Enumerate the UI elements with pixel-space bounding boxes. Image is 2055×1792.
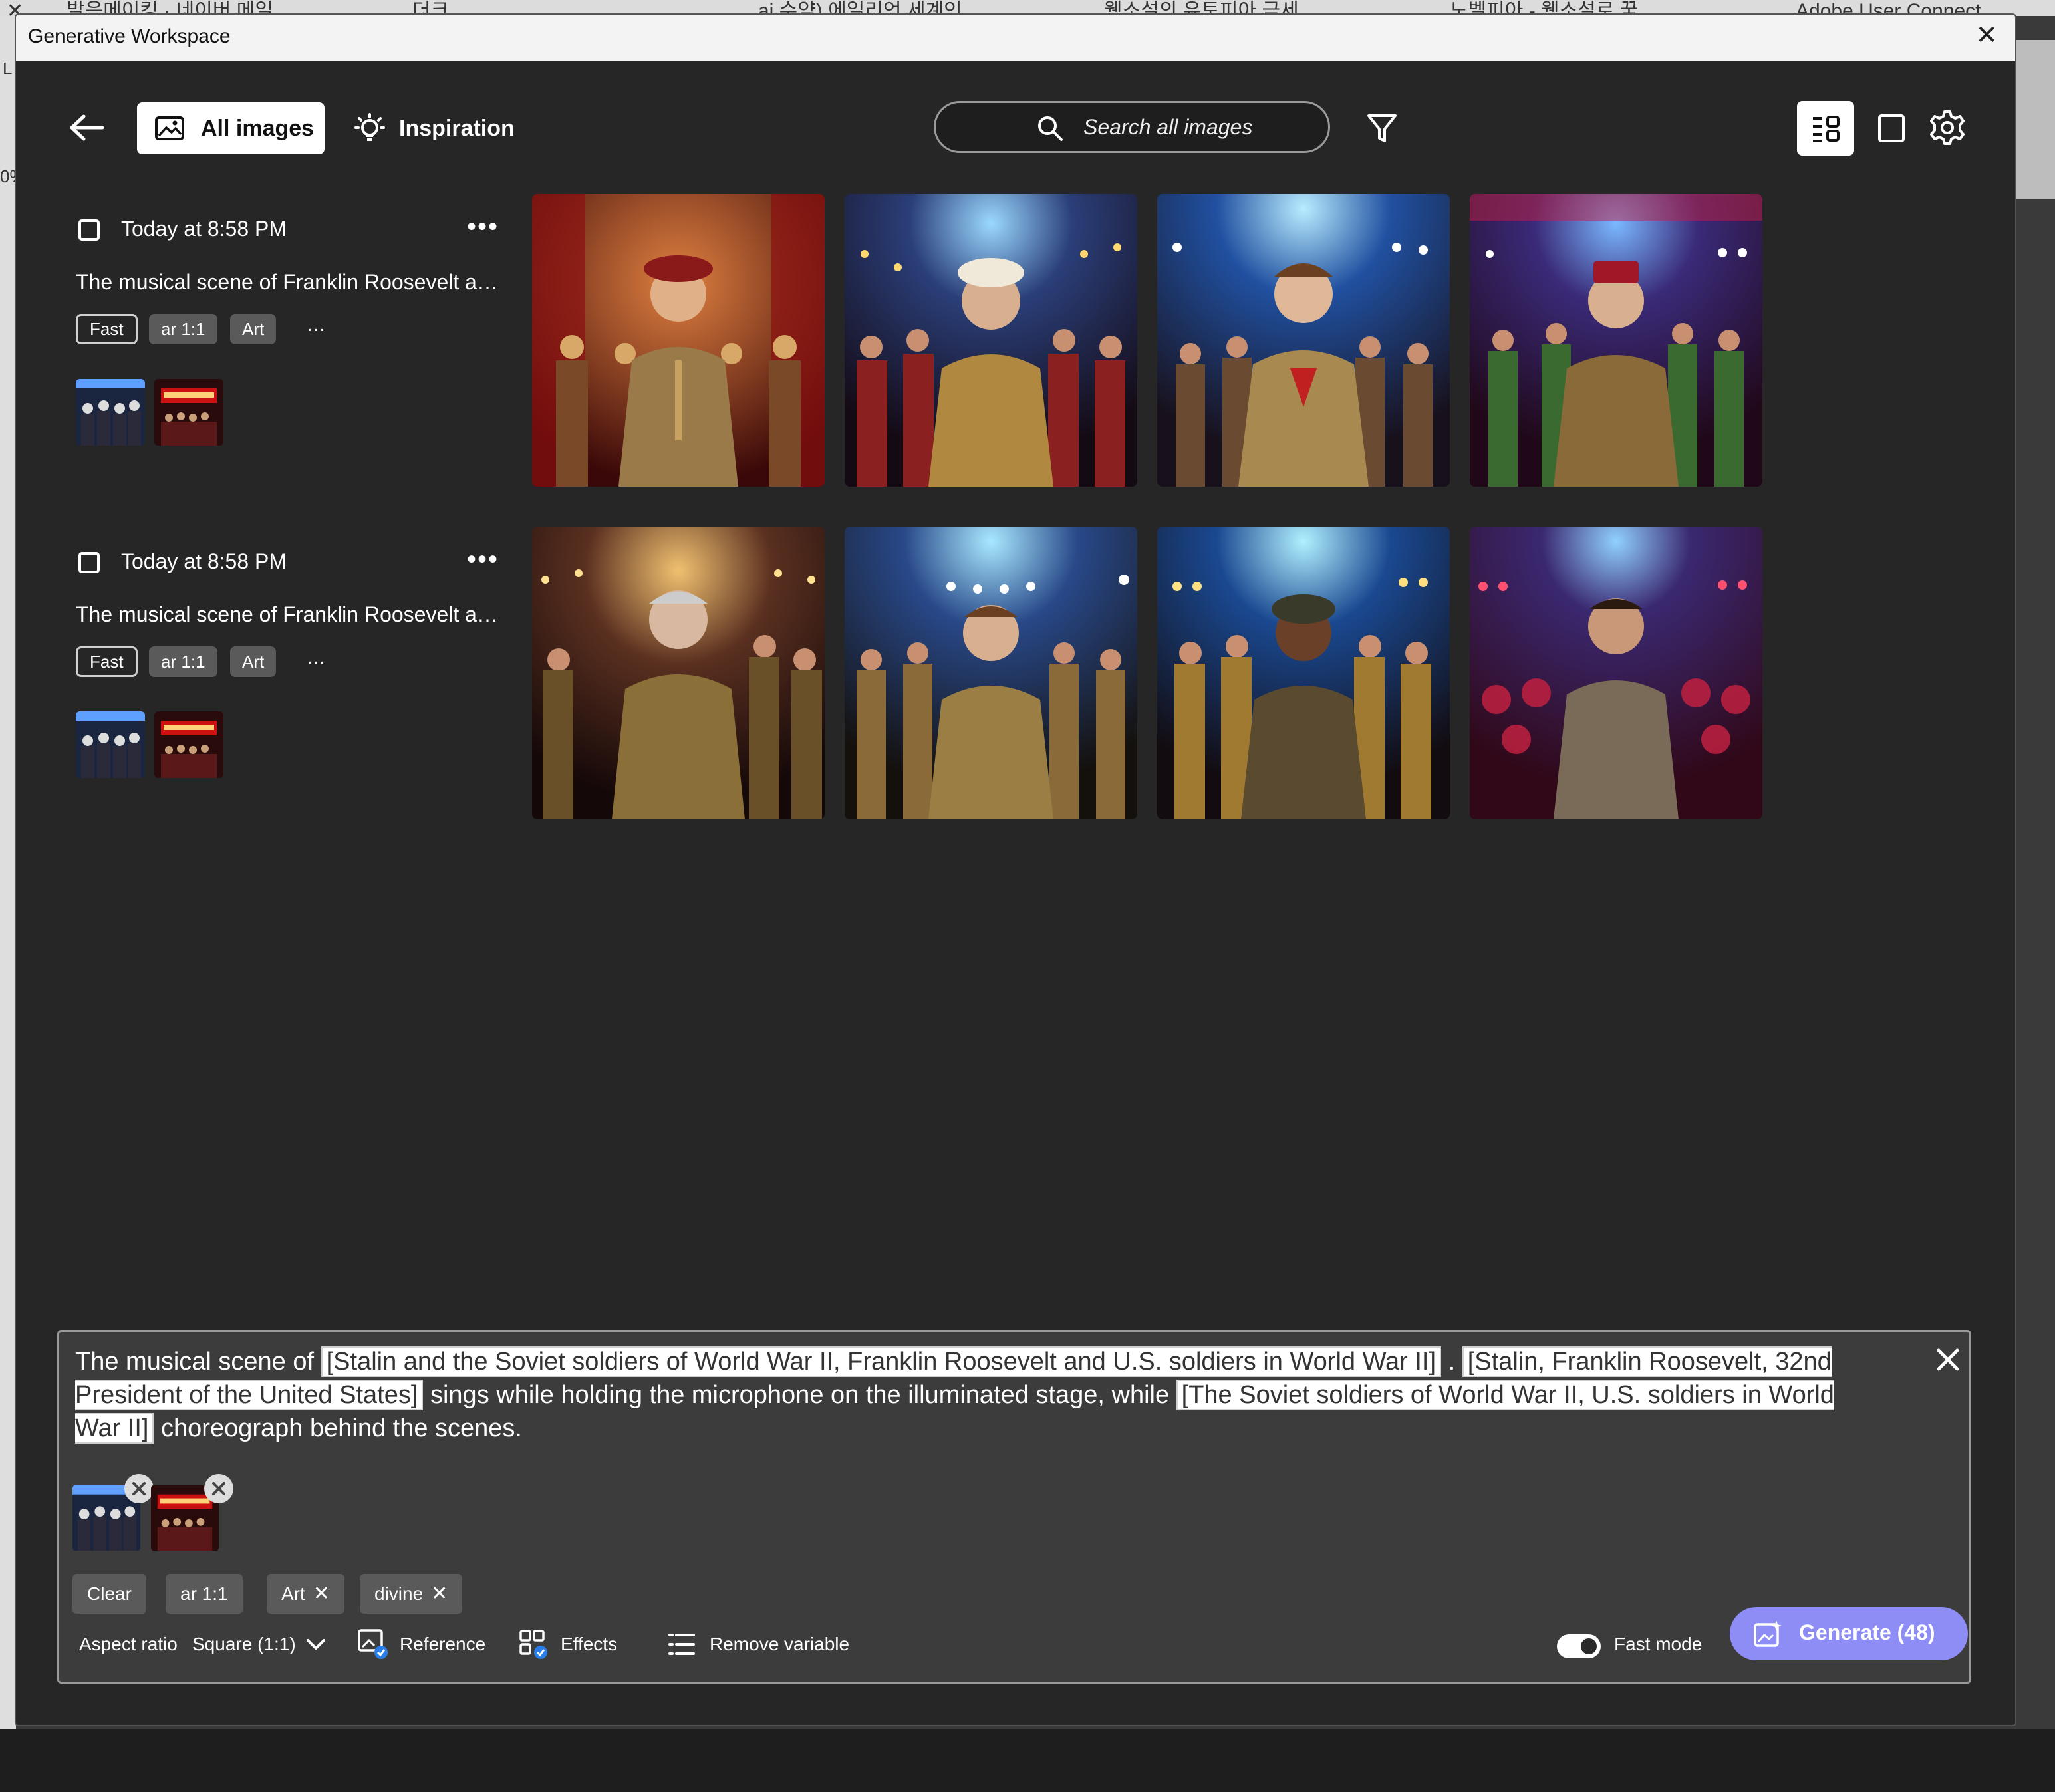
select-checkbox[interactable] — [78, 552, 100, 573]
list-view-button[interactable] — [1797, 101, 1854, 156]
filter-icon[interactable] — [1366, 112, 1398, 145]
history-entry: Today at 8:58 PM ••• The musical scene o… — [76, 207, 541, 447]
remove-chip-icon[interactable]: ✕ — [431, 1583, 448, 1604]
search-icon — [1038, 116, 1063, 141]
window-close-icon[interactable]: ✕ — [1975, 20, 1998, 51]
prompt-text: sings while holding the microphone on th… — [423, 1381, 1176, 1409]
all-images-tab[interactable]: All images — [137, 102, 325, 154]
lightbulb-icon — [354, 113, 385, 141]
tag-fast: Fast — [76, 646, 138, 677]
reference-thumbnail[interactable] — [76, 711, 145, 778]
clear-button[interactable]: Clear — [72, 1574, 146, 1614]
aspect-ratio-value: Square (1:1) — [192, 1634, 296, 1654]
more-tags-indicator[interactable]: … — [306, 646, 326, 669]
image-icon — [155, 116, 184, 140]
prompt-text: The musical scene of — [75, 1348, 321, 1376]
remove-chip-icon[interactable]: ✕ — [313, 1583, 330, 1604]
generate-button[interactable]: Generate (48) — [1730, 1607, 1968, 1660]
reference-thumbnail[interactable] — [76, 379, 145, 446]
prompt-panel: The musical scene of [Stalin and the Sov… — [57, 1330, 1971, 1684]
generated-image[interactable] — [1470, 194, 1762, 487]
chip-label: Art — [281, 1583, 305, 1604]
all-images-label: All images — [201, 116, 315, 141]
generated-image[interactable] — [1470, 527, 1762, 819]
generated-image[interactable] — [532, 527, 825, 819]
gear-icon[interactable] — [1929, 109, 1966, 146]
list-view-icon — [1813, 116, 1840, 142]
tag-style: Art — [230, 314, 277, 344]
generated-image[interactable] — [1157, 527, 1450, 819]
inspiration-label: Inspiration — [399, 116, 515, 141]
tag-aspect: ar 1:1 — [149, 646, 217, 677]
chip-label: divine — [374, 1583, 424, 1604]
search-placeholder: Search all images — [1083, 115, 1253, 139]
more-tags-indicator[interactable]: … — [306, 314, 326, 336]
entry-prompt[interactable]: The musical scene of Franklin Roosevelt … — [76, 270, 521, 295]
background-strip-text: L — [3, 59, 13, 78]
reference-button[interactable]: Reference — [400, 1624, 485, 1664]
window-title: Generative Workspace — [28, 25, 231, 47]
list-icon[interactable] — [667, 1630, 696, 1659]
generated-image[interactable] — [845, 527, 1137, 819]
aspect-ratio-label: Aspect ratio — [79, 1634, 178, 1654]
background-bottom-area — [0, 1729, 2055, 1792]
back-arrow-icon[interactable] — [67, 111, 106, 144]
effects-icon[interactable] — [518, 1628, 550, 1660]
fast-mode-label: Fast mode — [1614, 1634, 1703, 1654]
inspiration-tab[interactable]: Inspiration — [354, 102, 533, 154]
generative-workspace-window: Generative Workspace ✕ All images Inspir… — [15, 13, 2016, 1726]
entry-timestamp: Today at 8:58 PM — [121, 549, 287, 573]
prompt-text: . — [1441, 1348, 1462, 1376]
effects-button[interactable]: Effects — [561, 1624, 617, 1664]
background-app-strip: L 0% — [0, 16, 25, 1792]
fast-mode-toggle[interactable] — [1557, 1634, 1601, 1658]
generated-image[interactable] — [1157, 194, 1450, 487]
tag-aspect: ar 1:1 — [149, 314, 217, 344]
generated-image[interactable] — [532, 194, 825, 487]
tag-style: Art — [230, 646, 277, 677]
generate-icon — [1754, 1620, 1782, 1647]
remove-reference-icon[interactable] — [124, 1474, 154, 1503]
reference-thumbnail[interactable] — [154, 711, 223, 778]
entry-prompt[interactable]: The musical scene of Franklin Roosevelt … — [76, 602, 521, 627]
entry-timestamp: Today at 8:58 PM — [121, 217, 287, 241]
style-chip-art[interactable]: Art ✕ — [267, 1574, 344, 1614]
remove-reference-icon[interactable] — [204, 1474, 233, 1503]
single-view-icon[interactable] — [1875, 112, 1907, 145]
chevron-down-icon[interactable] — [305, 1638, 327, 1652]
prompt-text: choreograph behind the scenes. — [154, 1414, 522, 1442]
window-titlebar: Generative Workspace ✕ — [16, 15, 2015, 61]
tag-fast: Fast — [76, 314, 138, 344]
reference-icon[interactable] — [357, 1628, 389, 1660]
prompt-input[interactable]: The musical scene of [Stalin and the Sov… — [75, 1345, 1871, 1445]
prompt-variable[interactable]: [Stalin and the Soviet soldiers of World… — [321, 1346, 1442, 1377]
remove-variable-button[interactable]: Remove variable — [710, 1624, 849, 1664]
style-chip-divine[interactable]: divine ✕ — [360, 1574, 463, 1614]
select-checkbox[interactable] — [78, 219, 100, 241]
background-scroll-area — [2015, 40, 2055, 199]
close-prompt-icon[interactable] — [1933, 1345, 1963, 1374]
toggle-knob — [1581, 1638, 1597, 1654]
generated-image[interactable] — [845, 194, 1137, 487]
more-options-icon[interactable]: ••• — [467, 546, 499, 573]
reference-thumbnail[interactable] — [154, 379, 223, 446]
search-input[interactable]: Search all images — [934, 101, 1330, 153]
aspect-chip[interactable]: ar 1:1 — [166, 1574, 243, 1614]
history-entry: Today at 8:58 PM ••• The musical scene o… — [76, 540, 541, 779]
more-options-icon[interactable]: ••• — [467, 213, 499, 240]
generate-label: Generate (48) — [1799, 1620, 1935, 1644]
aspect-ratio-select[interactable]: Square (1:1) — [192, 1624, 296, 1664]
